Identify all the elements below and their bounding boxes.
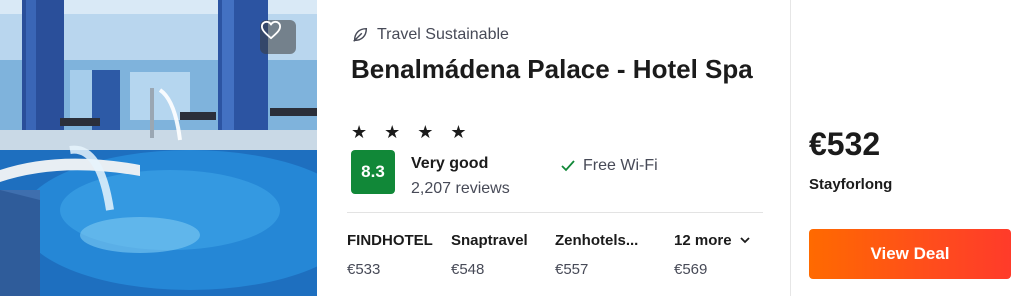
heart-icon — [260, 20, 281, 40]
more-providers-price: €569 — [674, 261, 708, 278]
deal-panel: €532 Stayforlong View Deal — [791, 0, 1024, 296]
provider-price: €533 — [347, 261, 381, 278]
hotel-info: Travel Sustainable Benalmádena Palace - … — [317, 0, 790, 296]
view-deal-button[interactable]: View Deal — [809, 229, 1011, 279]
hotel-photo[interactable] — [0, 0, 317, 296]
provider-option[interactable]: Zenhotels... €557 — [555, 232, 638, 278]
deal-provider: Stayforlong — [809, 176, 893, 193]
provider-price: €557 — [555, 261, 589, 278]
hotel-result-card: Travel Sustainable Benalmádena Palace - … — [0, 0, 1024, 296]
provider-name: Zenhotels... — [555, 232, 639, 249]
more-providers-label: 12 more — [674, 232, 732, 249]
deal-price: €532 — [809, 126, 881, 162]
rating-text: Very good — [411, 155, 489, 172]
travel-sustainable-badge: Travel Sustainable — [351, 26, 509, 44]
amenity-label: Free Wi-Fi — [583, 157, 658, 174]
review-count[interactable]: 2,207 reviews — [411, 180, 510, 198]
more-providers-button[interactable]: 12 more €569 — [674, 232, 750, 278]
provider-option[interactable]: Snaptravel €548 — [451, 232, 528, 278]
provider-name: FINDHOTEL — [347, 232, 433, 249]
chevron-down-icon — [739, 237, 750, 244]
rating-score-badge: 8.3 — [351, 150, 395, 194]
travel-sustainable-label: Travel Sustainable — [377, 26, 509, 43]
star-rating: ★ ★ ★ ★ — [351, 122, 473, 142]
provider-list: FINDHOTEL €533 Snaptravel €548 Zenhotels… — [347, 232, 767, 282]
hotel-name[interactable]: Benalmádena Palace - Hotel Spa — [351, 54, 771, 85]
provider-price: €548 — [451, 261, 485, 278]
provider-option[interactable]: FINDHOTEL €533 — [347, 232, 433, 278]
more-providers-label-row: 12 more — [674, 232, 750, 249]
favorite-button[interactable] — [260, 20, 296, 54]
divider — [347, 212, 763, 213]
check-icon — [561, 160, 575, 172]
leaf-icon — [353, 27, 368, 42]
provider-name: Snaptravel — [451, 232, 528, 249]
amenity-wifi: Free Wi-Fi — [561, 157, 658, 175]
